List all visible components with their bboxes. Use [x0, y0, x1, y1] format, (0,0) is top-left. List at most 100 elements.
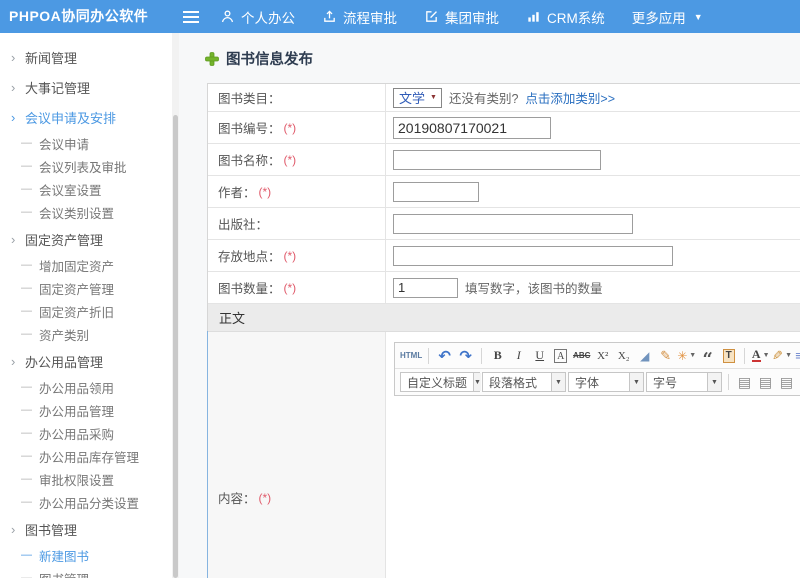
subscript-button[interactable]: X₂ — [614, 346, 633, 366]
dash-icon: — — [21, 161, 32, 172]
nav-group-approval[interactable]: 集团审批 — [424, 7, 499, 27]
chevron-right-icon: › — [11, 233, 22, 246]
sidebar-section-books[interactable]: › 图书管理 — [0, 514, 176, 544]
dash-icon: — — [21, 207, 32, 218]
app-logo: PHPOA协同办公软件 — [9, 0, 148, 33]
publisher-input[interactable] — [393, 214, 633, 234]
form-row-content: 内容： (*) HTML ↶ ↷ B I U — [208, 332, 800, 578]
add-category-link[interactable]: 点击添加类别>> — [525, 88, 615, 107]
location-input[interactable] — [393, 246, 673, 266]
dash-icon: — — [21, 451, 32, 462]
custom-title-dropdown[interactable]: 自定义标题 ▼ — [400, 372, 480, 392]
sidebar-item-meeting-room[interactable]: — 会议室设置 — [0, 178, 176, 201]
strikethrough-button[interactable]: ABC — [572, 346, 591, 366]
author-input[interactable] — [393, 182, 479, 202]
font-family-dropdown[interactable]: 字体 ▼ — [568, 372, 644, 392]
italic-button[interactable]: I — [509, 346, 528, 366]
quantity-input[interactable] — [393, 278, 458, 298]
sidebar-item-add-asset[interactable]: — 增加固定资产 — [0, 254, 176, 277]
sidebar-scrollbar[interactable] — [172, 33, 179, 578]
editor-toolbar-row1: HTML ↶ ↷ B I U A ABC X² X₂ ◢ — [395, 343, 800, 369]
font-color-button[interactable]: A ▼ — [751, 346, 770, 366]
nav-crm-system[interactable]: CRM系统 — [526, 7, 605, 27]
underline-button[interactable]: U — [530, 346, 549, 366]
author-label: 作者： — [218, 182, 256, 201]
publisher-label: 出版社： — [218, 214, 268, 233]
sidebar-item-supplies-classify[interactable]: — 办公用品分类设置 — [0, 491, 176, 514]
app-window: PHPOA协同办公软件 个人办公 流程审批 — [0, 0, 800, 578]
book-name-input[interactable] — [393, 150, 601, 170]
sidebar-item-new-book[interactable]: — 新建图书 — [0, 544, 176, 567]
sidebar-section-memorabilia[interactable]: › 大事记管理 — [0, 72, 176, 102]
align-center-button[interactable]: ▤ — [756, 372, 775, 392]
paste-icon[interactable]: T — [723, 349, 735, 363]
hamburger-menu-icon[interactable] — [183, 10, 201, 24]
form-row-book-number: 图书编号： (*) — [208, 112, 800, 144]
required-marker: (*) — [259, 491, 272, 505]
sidebar-section-meeting[interactable]: › 会议申请及安排 — [0, 102, 176, 132]
dash-icon: — — [21, 382, 32, 393]
sidebar-item-meeting-list[interactable]: — 会议列表及审批 — [0, 155, 176, 178]
form-row-quantity: 图书数量： (*) 填写数字，该图书的数量 — [208, 272, 800, 304]
caret-down-icon: ▼ — [689, 352, 696, 359]
auto-typeset-button[interactable]: ✳ ▼ — [677, 346, 696, 366]
redo-icon[interactable]: ↷ — [456, 346, 475, 366]
dash-icon: — — [21, 329, 32, 340]
caret-down-icon: ▼ — [694, 12, 703, 22]
highlight-button[interactable]: ✎ ▼ — [772, 346, 792, 366]
form-row-publisher: 出版社： — [208, 208, 800, 240]
editor-toolbar-row2: 自定义标题 ▼ 段落格式 ▼ 字体 ▼ — [395, 369, 800, 395]
sidebar-item-approval-permission[interactable]: — 审批权限设置 — [0, 468, 176, 491]
align-left-button[interactable]: ▤ — [735, 372, 754, 392]
dash-icon: — — [21, 260, 32, 271]
toolbar-divider — [428, 348, 429, 364]
dash-icon: — — [21, 184, 32, 195]
dash-icon: — — [21, 138, 32, 149]
sidebar-item-asset-category[interactable]: — 资产类别 — [0, 323, 176, 346]
font-size-dropdown[interactable]: 字号 ▼ — [646, 372, 722, 392]
top-header: PHPOA协同办公软件 个人办公 流程审批 — [0, 0, 800, 33]
sidebar-section-news[interactable]: › 新闻管理 — [0, 42, 176, 72]
sidebar-item-book-manage[interactable]: — 图书管理 — [0, 567, 176, 578]
scrollbar-thumb[interactable] — [173, 115, 178, 578]
category-select[interactable]: 文学 ▼ — [393, 88, 442, 108]
nav-more-apps[interactable]: 更多应用 ▼ — [632, 7, 703, 27]
eraser-icon[interactable]: ◢ — [635, 346, 654, 366]
undo-icon[interactable]: ↶ — [435, 346, 454, 366]
category-label: 图书类目： — [218, 88, 281, 107]
bold-button[interactable]: B — [488, 346, 507, 366]
nav-workflow-approval[interactable]: 流程审批 — [322, 7, 397, 27]
sidebar-section-fixed-assets[interactable]: › 固定资产管理 — [0, 224, 176, 254]
font-border-button[interactable]: A — [554, 349, 567, 363]
sidebar-item-supplies-claim[interactable]: — 办公用品领用 — [0, 376, 176, 399]
sidebar: › 新闻管理 › 大事记管理 › 会议申请及安排 — 会议申请 — 会议列表及审… — [0, 33, 177, 578]
ordered-list-button[interactable]: ≡ ▼ — [794, 346, 800, 366]
paragraph-format-dropdown[interactable]: 段落格式 ▼ — [482, 372, 566, 392]
blockquote-button[interactable]: “ — [698, 346, 717, 366]
chevron-right-icon: › — [11, 355, 22, 368]
required-marker: (*) — [259, 185, 272, 199]
book-number-input[interactable] — [393, 117, 551, 139]
editor-canvas[interactable] — [394, 396, 800, 556]
sidebar-section-office-supplies[interactable]: › 办公用品管理 — [0, 346, 176, 376]
dash-icon: — — [21, 573, 32, 578]
add-plus-icon — [205, 52, 219, 66]
nav-label: 更多应用 — [632, 7, 686, 27]
sidebar-item-meeting-category[interactable]: — 会议类别设置 — [0, 201, 176, 224]
superscript-button[interactable]: X² — [593, 346, 612, 366]
sidebar-item-asset-manage[interactable]: — 固定资产管理 — [0, 277, 176, 300]
nav-personal-office[interactable]: 个人办公 — [220, 7, 295, 27]
align-right-button[interactable]: ▤ — [777, 372, 796, 392]
sidebar-item-supplies-manage[interactable]: — 办公用品管理 — [0, 399, 176, 422]
rich-text-editor[interactable]: HTML ↶ ↷ B I U A ABC X² X₂ ◢ — [386, 332, 800, 578]
sidebar-item-supplies-purchase[interactable]: — 办公用品采购 — [0, 422, 176, 445]
html-source-button[interactable]: HTML — [400, 346, 422, 366]
format-brush-icon[interactable]: ✎ — [656, 346, 675, 366]
chevron-right-icon: › — [11, 523, 22, 536]
form-row-book-name: 图书名称： (*) — [208, 144, 800, 176]
quantity-label: 图书数量： — [218, 278, 281, 297]
sidebar-item-meeting-apply[interactable]: — 会议申请 — [0, 132, 176, 155]
sidebar-item-asset-depreciation[interactable]: — 固定资产折旧 — [0, 300, 176, 323]
sidebar-item-supplies-inventory[interactable]: — 办公用品库存管理 — [0, 445, 176, 468]
required-marker: (*) — [284, 153, 297, 167]
